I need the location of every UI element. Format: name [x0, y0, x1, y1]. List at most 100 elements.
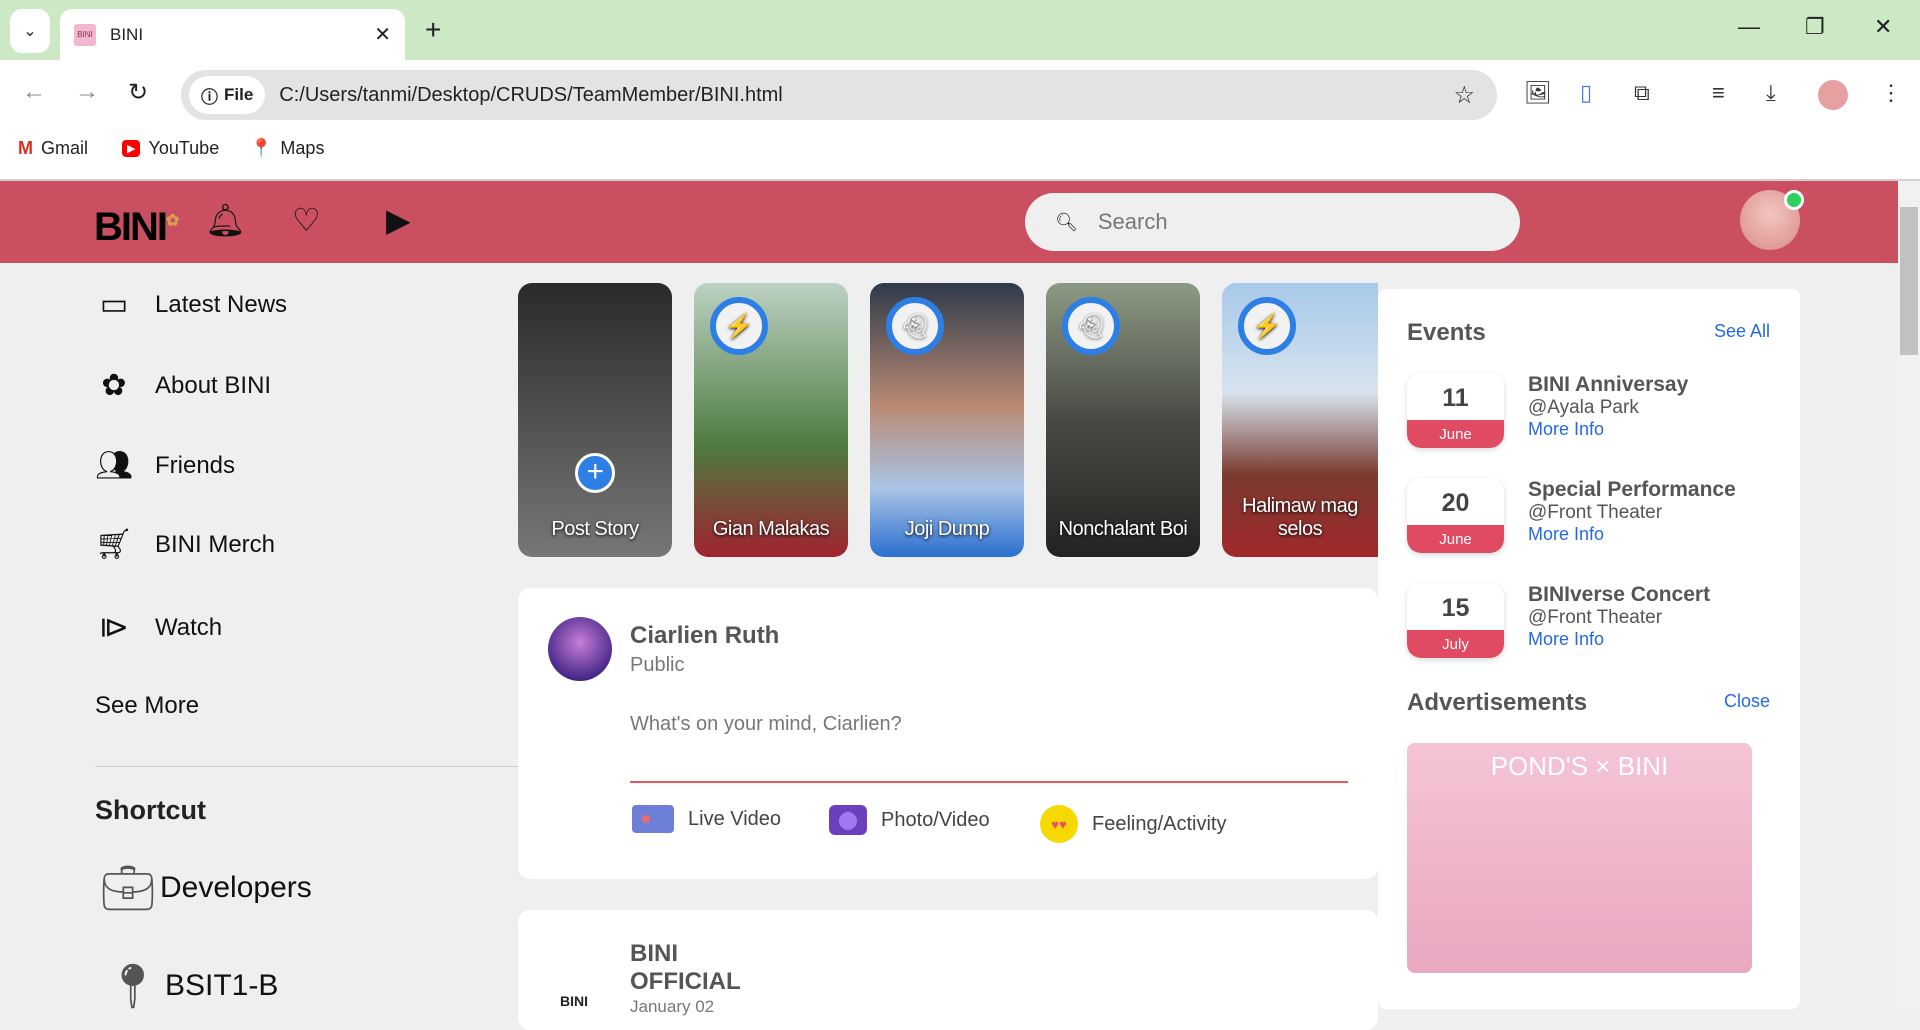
menu-icon[interactable]: ⋮ — [1880, 80, 1902, 106]
tab-search-button[interactable]: ⌄ — [10, 9, 50, 53]
composer-user-name: Ciarlien Ruth — [630, 622, 780, 649]
add-story-icon[interactable]: + — [575, 453, 615, 493]
story-avatar-mimikyu-icon: 👻︎ — [1062, 297, 1120, 355]
site-info-chip[interactable]: ⓘ File — [189, 76, 266, 114]
shortcut-label: Developers — [160, 871, 312, 904]
action-label: Live Video — [688, 807, 782, 830]
search-icon: 🔍︎ — [1055, 211, 1078, 232]
event-name: BINIverse Concert — [1528, 583, 1711, 606]
ad-image-text: POND'S × BINI — [1490, 751, 1669, 781]
story-label: Halimaw mag selos — [1242, 495, 1358, 540]
story-label: Joji Dump — [904, 518, 990, 540]
search-input[interactable]: 🔍︎ Search — [1025, 193, 1520, 251]
video-play-icon[interactable]: ▶ — [386, 201, 411, 239]
action-label: Photo/Video — [881, 808, 990, 831]
briefcase-icon: 💼︎ — [100, 864, 156, 913]
online-status-dot — [1784, 190, 1804, 210]
post-date: January 02 — [630, 997, 715, 1016]
event-name: Special Performance — [1528, 478, 1736, 501]
story-card[interactable]: 👻︎ Nonchalant Boi — [1046, 283, 1200, 557]
composer-input[interactable]: What's on your mind, Ciarlien? — [630, 713, 1348, 783]
restore-button[interactable]: ❐ — [1805, 14, 1825, 40]
sidebar-label: Watch — [155, 613, 223, 641]
bookmark-maps[interactable]: 📍 Maps — [250, 138, 324, 159]
event-item: 20 June Special Performance @Front Theater… — [1407, 478, 1736, 553]
profile-avatar[interactable] — [1818, 80, 1848, 110]
minimize-button[interactable]: — — [1738, 14, 1760, 40]
bookmark-label: YouTube — [148, 138, 220, 158]
forward-button[interactable]: → — [75, 78, 99, 106]
shortcut-label: BSIT1-B — [165, 969, 279, 1002]
event-date-badge: 15 July — [1407, 583, 1504, 658]
see-more-link[interactable]: See More — [95, 692, 199, 720]
url-text[interactable]: C:/Users/tanmi/Desktop/CRUDS/TeamMember/… — [279, 84, 782, 107]
event-more-info-link[interactable]: More Info — [1528, 524, 1736, 545]
gmail-icon: M — [18, 138, 33, 158]
event-more-info-link[interactable]: More Info — [1528, 419, 1688, 440]
shortcut-heading: Shortcut — [95, 795, 206, 825]
cart-icon: 🛒︎ — [95, 528, 134, 561]
ads-close-link[interactable]: Close — [1724, 691, 1770, 712]
bell-icon[interactable]: 🔔︎ — [205, 201, 246, 239]
sidebar-item-latest-news[interactable]: ▭ Latest News — [95, 287, 287, 322]
browser-tab[interactable]: BINI BINI ✕ — [60, 9, 405, 60]
feeling-activity-button[interactable]: ♥♥ Feeling/Activity — [1040, 805, 1227, 843]
see-more-label: See More — [95, 692, 200, 719]
sidebar-item-watch[interactable]: ⧐ Watch — [95, 610, 222, 645]
action-label: Feeling/Activity — [1092, 812, 1227, 835]
video-camera-icon — [632, 805, 674, 833]
sidebar-item-bini-merch[interactable]: 🛒︎ BINI Merch — [95, 527, 275, 562]
story-avatar-pikachu-icon: ⚡ — [1238, 297, 1296, 355]
photo-video-button[interactable]: Photo/Video — [829, 805, 990, 835]
bini-logo[interactable]: BINI✿ — [94, 205, 179, 250]
event-name: BINI Anniversay — [1528, 373, 1689, 396]
close-window-button[interactable]: ✕ — [1874, 14, 1892, 40]
event-place: @Front Theater — [1528, 607, 1663, 628]
post-author-logo: BINI — [560, 993, 588, 1009]
sidebar-item-about-bini[interactable]: ✿ About BINI — [95, 368, 271, 403]
events-see-all-link[interactable]: See All — [1714, 321, 1770, 342]
tab-favicon-icon: BINI — [74, 23, 96, 46]
bookmark-gmail[interactable]: M Gmail — [18, 138, 88, 159]
shortcut-developers[interactable]: 💼︎ Developers — [100, 862, 312, 914]
media-control-icon[interactable]: ≡ — [1712, 80, 1725, 106]
bookmark-star-icon[interactable]: ☆ — [1453, 81, 1475, 110]
scrollbar-thumb[interactable] — [1900, 207, 1918, 355]
composer-privacy[interactable]: Public — [630, 654, 684, 677]
address-bar[interactable]: ⓘ File C:/Users/tanmi/Desktop/CRUDS/TeamM… — [181, 70, 1497, 120]
sidebar-label: Friends — [155, 451, 236, 479]
event-date-badge: 11 June — [1407, 373, 1504, 448]
extensions-puzzle-icon[interactable]: ⧉ — [1634, 80, 1650, 106]
info-icon: ⓘ — [201, 87, 218, 107]
bookmark-youtube[interactable]: ▶ YouTube — [122, 138, 219, 159]
youtube-icon: ▶ — [122, 140, 141, 157]
ponds-bini-ad-image[interactable]: POND'S × BINI — [1407, 743, 1752, 973]
event-item: 15 July BINIverse Concert @Front Theater Mo… — [1407, 583, 1710, 658]
event-place: @Ayala Park — [1528, 397, 1639, 418]
event-more-info-link[interactable]: More Info — [1528, 629, 1710, 650]
sidebar-label: About BINI — [155, 371, 272, 399]
story-avatar-pikachu-icon: ⚡ — [710, 297, 768, 355]
new-tab-button[interactable]: + — [425, 14, 441, 46]
story-avatar-mimikyu-icon: 👻︎ — [886, 297, 944, 355]
live-video-button[interactable]: Live Video — [632, 805, 781, 833]
post-author[interactable]: BINI OFFICIAL — [630, 940, 741, 996]
close-tab-icon[interactable]: ✕ — [374, 22, 391, 47]
back-button[interactable]: ← — [22, 78, 46, 106]
map-pin-icon: 📍︎ — [105, 962, 161, 1011]
story-card[interactable]: ⚡ Gian Malakas — [694, 283, 848, 557]
tab-title: BINI — [110, 24, 144, 44]
story-label: Nonchalant Boi — [1058, 518, 1188, 540]
sidebar-item-friends[interactable]: 👥︎ Friends — [95, 448, 235, 483]
site-header — [0, 181, 1898, 263]
story-post[interactable]: + Post Story — [518, 283, 672, 557]
story-card[interactable]: ⚡ Halimaw mag selos — [1222, 283, 1378, 557]
heart-calendar-icon[interactable]: ♡ — [292, 201, 321, 239]
download-icon[interactable]: ⤓ — [1766, 80, 1776, 106]
extension-icon[interactable]: ▯ — [1580, 80, 1592, 106]
image-search-icon[interactable]: 🖼 — [1524, 80, 1552, 106]
story-card[interactable]: 👻︎ Joji Dump — [870, 283, 1024, 557]
story-label: Post Story — [551, 518, 639, 540]
shortcut-bsit1-b[interactable]: 📍︎ BSIT1-B — [105, 960, 278, 1012]
reload-button[interactable]: ↻ — [128, 78, 148, 107]
